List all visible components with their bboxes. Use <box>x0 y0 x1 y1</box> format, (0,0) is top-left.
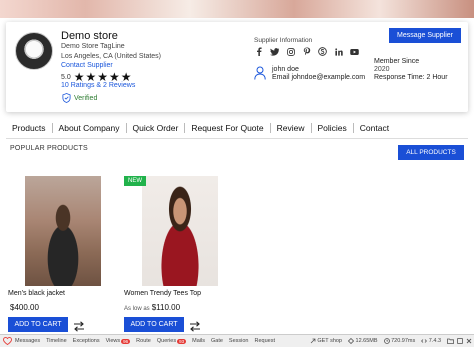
rating-value: 5.0 <box>61 73 71 81</box>
debugbar-tab-gate[interactable]: Gate <box>211 338 223 344</box>
tab-products[interactable]: Products <box>6 123 53 133</box>
tabs-divider <box>6 138 468 139</box>
memory-icon <box>348 338 354 344</box>
member-since-label: Member Since <box>374 58 420 65</box>
debugbar-tab-session[interactable]: Session <box>229 338 249 344</box>
debugbar-tab-messages[interactable]: Messages <box>15 338 40 344</box>
debugbar-tab-route[interactable]: Route <box>136 338 151 344</box>
share-icon <box>310 338 316 344</box>
clock-icon <box>383 338 390 344</box>
response-time: Response Time: 2 Hour <box>374 74 448 81</box>
debugbar-tab-request[interactable]: Request <box>255 338 276 344</box>
product-price: As low as $110.00 <box>124 303 180 312</box>
compare-icon[interactable] <box>73 319 85 332</box>
store-name: Demo store <box>61 30 118 42</box>
popular-products-heading: POPULAR PRODUCTS <box>10 145 88 152</box>
product-price: $400.00 <box>8 303 39 312</box>
supplier-info-label: Supplier Information <box>254 37 313 44</box>
views-count-badge: 96 <box>121 338 131 344</box>
tab-contact[interactable]: Contact <box>354 123 395 133</box>
debugbar-method: GET shop <box>310 338 342 344</box>
debugbar-tab-queries[interactable]: Queries 93 <box>157 338 187 344</box>
debugbar-stats: GET shop 12.65MB 720.97ms 7.4.3 <box>310 335 472 347</box>
skype-icon[interactable] <box>318 47 327 56</box>
store-location: Los Angeles, CA (United States) <box>61 53 161 60</box>
product-name[interactable]: Men's black jacket <box>8 290 65 297</box>
add-to-cart-button[interactable]: ADD TO CART <box>8 317 68 332</box>
tab-policies[interactable]: Policies <box>312 123 354 133</box>
debugbar-time: 720.97ms <box>383 338 415 344</box>
user-icon <box>254 66 266 85</box>
tab-review[interactable]: Review <box>271 123 312 133</box>
youtube-icon[interactable] <box>350 47 359 56</box>
code-icon <box>421 339 428 343</box>
price-value: $400.00 <box>10 303 39 312</box>
debug-bar: Messages Timeline Exceptions Views 96 Rou… <box>0 334 474 347</box>
debugbar-logo-icon[interactable] <box>2 337 12 346</box>
store-avatar <box>15 32 53 70</box>
compare-icon[interactable] <box>189 319 201 332</box>
social-links <box>254 47 359 56</box>
facebook-icon[interactable] <box>254 47 263 56</box>
price-prefix: As low as <box>124 306 150 312</box>
contact-supplier-link[interactable]: Contact Supplier <box>61 62 113 69</box>
new-badge: NEW <box>124 176 146 186</box>
all-products-button[interactable]: ALL PRODUCTS <box>398 145 464 160</box>
add-to-cart-button[interactable]: ADD TO CART <box>124 317 184 332</box>
debugbar-close-icon[interactable] <box>466 338 472 344</box>
shield-check-icon <box>62 93 71 103</box>
verified-badge: Verified <box>62 93 97 103</box>
debugbar-tab-mails[interactable]: Mails <box>192 338 205 344</box>
supplier-user-email: Email johndoe@example.com <box>272 74 366 81</box>
debugbar-open-icon[interactable] <box>447 338 454 344</box>
product-image[interactable] <box>142 176 218 286</box>
message-supplier-button[interactable]: Message Supplier <box>389 28 461 43</box>
product-image[interactable] <box>25 176 101 286</box>
twitter-icon[interactable] <box>270 47 279 56</box>
tab-request-for-quote[interactable]: Request For Quote <box>185 123 271 133</box>
member-since-value: 2020 <box>374 66 390 73</box>
debugbar-version: 7.4.3 <box>421 338 441 344</box>
tab-quick-order[interactable]: Quick Order <box>127 123 186 133</box>
debugbar-tab-views[interactable]: Views 96 <box>106 338 131 344</box>
price-value: $110.00 <box>151 303 181 312</box>
pinterest-icon[interactable] <box>302 47 311 56</box>
store-header-card: Demo store Demo Store TagLine Los Angele… <box>6 22 468 112</box>
linkedin-icon[interactable] <box>334 47 343 56</box>
supplier-user-name: john doe <box>272 66 299 73</box>
debugbar-tab-exceptions[interactable]: Exceptions <box>73 338 100 344</box>
store-tagline: Demo Store TagLine <box>61 43 125 50</box>
queries-count-badge: 93 <box>177 338 187 344</box>
verified-label: Verified <box>74 94 98 102</box>
reviews-link[interactable]: 10 Ratings & 2 Reviews <box>61 82 135 89</box>
debugbar-tab-timeline[interactable]: Timeline <box>46 338 67 344</box>
debugbar-maximize-icon[interactable] <box>457 338 463 344</box>
debugbar-memory: 12.65MB <box>348 338 378 344</box>
tab-about-company[interactable]: About Company <box>53 123 127 133</box>
product-name[interactable]: Women Trendy Tees Top <box>124 290 201 297</box>
store-tabs: Products About Company Quick Order Reque… <box>6 121 395 135</box>
store-banner <box>0 0 474 18</box>
instagram-icon[interactable] <box>286 47 295 56</box>
